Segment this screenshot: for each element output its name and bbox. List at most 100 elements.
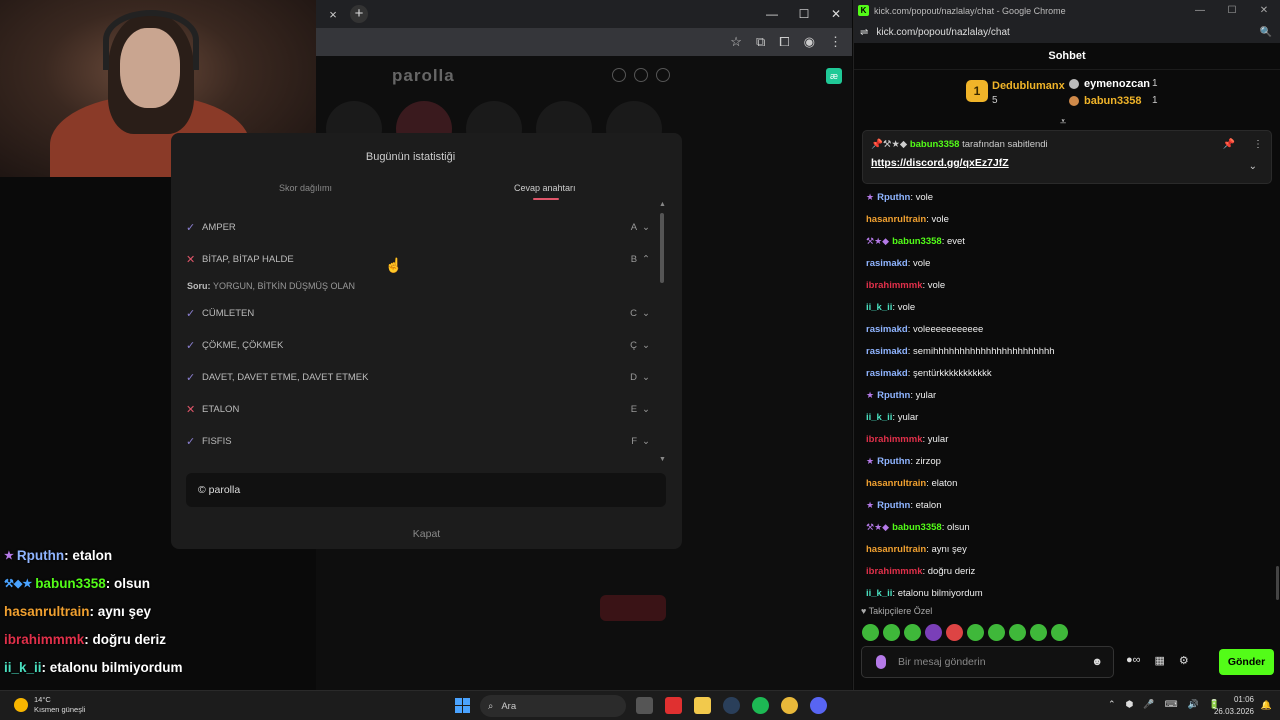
answer-row[interactable]: ✕ BİTAP, BİTAP HALDE B ⌃ xyxy=(186,243,650,275)
chat-message-input[interactable]: Bir mesaj gönderin ☻ xyxy=(861,646,1114,678)
chat-username[interactable]: hasanrultrain xyxy=(866,214,926,225)
close-window-button[interactable]: ✕ xyxy=(820,7,852,21)
emote-icon[interactable] xyxy=(925,624,942,641)
chrome-icon[interactable] xyxy=(781,697,798,714)
emote-icon[interactable] xyxy=(904,624,921,641)
tab-score-distribution[interactable]: Skor dağılımı xyxy=(279,183,332,193)
chat-username[interactable]: rasimakd xyxy=(866,258,908,269)
notification-bell-icon[interactable]: 🔔 xyxy=(1261,700,1272,711)
chat-username[interactable]: hasanrultrain xyxy=(866,544,926,555)
leader-2-name[interactable]: eymenozcan xyxy=(1084,78,1150,90)
close-tab-icon[interactable]: × xyxy=(324,7,342,22)
maximize-button[interactable]: ☐ xyxy=(788,7,820,21)
account-icon[interactable] xyxy=(656,68,670,82)
discord-icon[interactable] xyxy=(810,697,827,714)
answer-letter[interactable]: F ⌄ xyxy=(631,436,650,447)
settings-gear-icon[interactable]: ⚙ xyxy=(1179,654,1189,667)
steam-icon[interactable] xyxy=(723,697,740,714)
more-options-icon[interactable]: ⋮ xyxy=(1253,139,1263,150)
chat-url-bar[interactable]: ⇌ kick.com/popout/nazlalay/chat 🔍 xyxy=(854,21,1280,43)
microphone-icon[interactable] xyxy=(876,655,886,669)
leader-1-name[interactable]: Dedublumanx xyxy=(992,80,1065,92)
maximize-button[interactable]: ☐ xyxy=(1216,5,1248,16)
steam-tray-icon[interactable]: ⬢ xyxy=(1126,699,1134,710)
profile-avatar-icon[interactable]: ◉ xyxy=(804,34,815,50)
answer-row[interactable]: ✓ DAVET, DAVET ETME, DAVET ETMEK D ⌄ xyxy=(186,361,650,393)
emote-icon[interactable] xyxy=(967,624,984,641)
zoom-icon[interactable]: 🔍 xyxy=(1260,27,1272,38)
taskbar-search[interactable]: ⌕ Ara xyxy=(480,695,626,717)
emote-icon[interactable] xyxy=(1009,624,1026,641)
chat-url[interactable]: kick.com/popout/nazlalay/chat xyxy=(876,27,1009,38)
site-settings-icon[interactable]: ⇌ xyxy=(860,27,868,38)
scroll-thumb[interactable] xyxy=(660,213,664,283)
chat-username[interactable]: rasimakd xyxy=(866,368,908,379)
extension-badge-icon[interactable]: æ xyxy=(826,68,842,84)
store-icon[interactable]: ▦ xyxy=(1155,654,1165,667)
emote-icon[interactable] xyxy=(862,624,879,641)
emote-icon[interactable] xyxy=(946,624,963,641)
chat-username[interactable]: hasanrultrain xyxy=(866,478,926,489)
chat-username[interactable]: ii_k_ii xyxy=(866,412,892,423)
keyboard-icon[interactable]: ⌨ xyxy=(1165,699,1178,710)
browser-menu-icon[interactable]: ⋮ xyxy=(829,34,842,50)
stats-icon[interactable] xyxy=(634,68,648,82)
chat-username[interactable]: ii_k_ii xyxy=(866,302,892,313)
weather-widget[interactable]: 14°C Kısmen güneşli xyxy=(14,695,85,715)
pin-icon[interactable]: 📌 xyxy=(1223,139,1235,150)
chat-username[interactable]: rasimakd xyxy=(866,346,908,357)
send-button[interactable]: Gönder xyxy=(1219,649,1274,675)
answer-row[interactable]: ✓ CÜMLETEN C ⌄ xyxy=(186,297,650,329)
clock[interactable]: 01:06 26.03.2026 xyxy=(1214,694,1254,718)
chat-username[interactable]: ibrahimmmk xyxy=(866,434,923,445)
emote-icon[interactable] xyxy=(1030,624,1047,641)
address-bar[interactable]: ☆ ⧉ ⧠ ◉ ⋮ xyxy=(316,28,852,56)
pinned-link[interactable]: https://discord.gg/qxEz7JfZ xyxy=(871,157,1009,169)
chat-scrollbar[interactable] xyxy=(1276,566,1279,600)
answer-list-scrollbar[interactable]: ▲ ▼ xyxy=(659,201,666,463)
answer-letter[interactable]: A ⌄ xyxy=(631,222,650,233)
chat-username[interactable]: ii_k_ii xyxy=(866,588,892,599)
history-icon[interactable] xyxy=(612,68,626,82)
volume-icon[interactable]: 🔊 xyxy=(1188,699,1199,710)
scroll-down-icon[interactable]: ▼ xyxy=(659,456,666,463)
tray-overflow-icon[interactable]: ⌃ xyxy=(1108,699,1116,710)
parolla-logo[interactable]: parolla xyxy=(392,66,455,86)
scroll-up-icon[interactable]: ▲ xyxy=(659,201,666,208)
emote-icon[interactable] xyxy=(1051,624,1068,641)
new-tab-button[interactable]: + xyxy=(350,5,368,23)
answer-row[interactable]: ✓ FISFIS F ⌄ xyxy=(186,425,650,457)
chat-username[interactable]: rasimakd xyxy=(866,324,908,335)
points-icon[interactable]: ●∞ xyxy=(1126,654,1141,667)
pocketcasts-icon[interactable] xyxy=(665,697,682,714)
chat-username[interactable]: Rputhn xyxy=(877,500,910,511)
answer-letter[interactable]: B ⌃ xyxy=(631,254,650,265)
answer-row[interactable]: ✓ AMPER A ⌄ xyxy=(186,211,650,243)
close-window-button[interactable]: ✕ xyxy=(1248,5,1280,16)
emoji-picker-icon[interactable]: ☻ xyxy=(1091,656,1103,668)
chat-username[interactable]: Rputhn xyxy=(877,192,910,203)
minimize-button[interactable]: — xyxy=(756,7,788,21)
minimize-button[interactable]: — xyxy=(1184,5,1216,16)
extensions-icon[interactable]: ⧠ xyxy=(779,34,789,50)
close-modal-button[interactable]: Kapat xyxy=(171,528,682,540)
answer-letter[interactable]: D ⌄ xyxy=(630,372,650,383)
emote-icon[interactable] xyxy=(988,624,1005,641)
tab-answer-key[interactable]: Cevap anahtarı xyxy=(514,183,576,193)
chat-username[interactable]: Rputhn xyxy=(877,390,910,401)
chevron-down-icon[interactable]: ⌄ xyxy=(1249,161,1257,172)
chat-username[interactable]: babun3358 xyxy=(892,522,942,533)
answer-letter[interactable]: Ç ⌄ xyxy=(630,340,650,351)
answer-letter[interactable]: E ⌄ xyxy=(631,404,650,415)
translate-icon[interactable]: ⧉ xyxy=(756,34,765,50)
chat-username[interactable]: babun3358 xyxy=(892,236,942,247)
start-button[interactable] xyxy=(455,698,470,713)
chat-username[interactable]: Rputhn xyxy=(877,456,910,467)
task-view-icon[interactable] xyxy=(636,697,653,714)
microphone-tray-icon[interactable]: 🎤 xyxy=(1143,699,1154,710)
answer-row[interactable]: ✕ ETALON E ⌄ xyxy=(186,393,650,425)
chat-username[interactable]: ibrahimmmk xyxy=(866,280,923,291)
bookmark-star-icon[interactable]: ☆ xyxy=(730,34,742,50)
emote-icon[interactable] xyxy=(883,624,900,641)
answer-row[interactable]: ✓ ÇÖKME, ÇÖKMEK Ç ⌄ xyxy=(186,329,650,361)
